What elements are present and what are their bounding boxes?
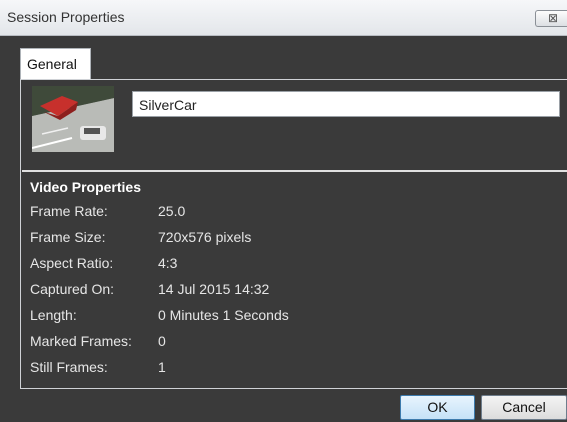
marked-frames-label: Marked Frames:: [30, 333, 132, 349]
divider: [22, 170, 567, 172]
length-label: Length:: [30, 307, 77, 323]
tab-general[interactable]: General: [20, 48, 91, 80]
frame-size-value: 720x576 pixels: [158, 229, 252, 245]
title-bar: Session Properties ⊠: [0, 0, 567, 36]
still-frames-value: 1: [158, 359, 166, 375]
still-frames-label: Still Frames:: [30, 359, 108, 375]
frame-size-label: Frame Size:: [30, 229, 106, 245]
length-value: 0 Minutes 1 Seconds: [158, 307, 289, 323]
session-name-input[interactable]: [132, 91, 560, 117]
marked-frames-value: 0: [158, 333, 166, 349]
window-title: Session Properties: [7, 9, 125, 25]
ok-button[interactable]: OK: [400, 395, 475, 420]
aspect-ratio-value: 4:3: [158, 255, 178, 271]
frame-rate-value: 25.0: [158, 203, 186, 219]
cancel-button[interactable]: Cancel: [481, 395, 567, 420]
close-button[interactable]: ⊠: [535, 10, 567, 27]
captured-on-value: 14 Jul 2015 14:32: [158, 281, 270, 297]
aspect-ratio-label: Aspect Ratio:: [30, 255, 114, 271]
close-icon: ⊠: [548, 11, 559, 25]
video-properties-heading: Video Properties: [30, 179, 142, 195]
session-thumbnail: [32, 86, 114, 152]
frame-rate-label: Frame Rate:: [30, 203, 108, 219]
captured-on-label: Captured On:: [30, 281, 115, 297]
